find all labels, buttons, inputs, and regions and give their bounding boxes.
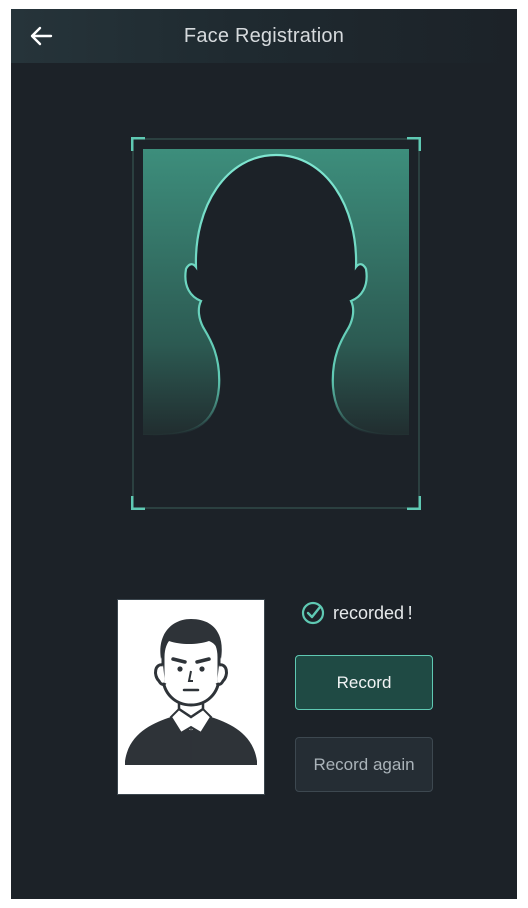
header-bar: Face Registration xyxy=(11,9,517,63)
record-again-button-label: Record again xyxy=(313,754,415,774)
record-again-button[interactable]: Record again xyxy=(295,737,433,792)
face-registration-screen: Face Registration recorded ! Record Reco… xyxy=(11,9,517,899)
record-status: recorded ! xyxy=(301,599,413,627)
user-avatar-icon xyxy=(125,619,257,765)
record-button[interactable]: Record xyxy=(295,655,433,710)
record-button-label: Record xyxy=(336,672,392,692)
page-title: Face Registration xyxy=(183,25,345,47)
face-capture-frame xyxy=(131,137,421,510)
recorded-face-thumbnail xyxy=(117,599,265,795)
check-circle-icon xyxy=(301,601,325,625)
status-text: recorded ! xyxy=(333,602,413,623)
